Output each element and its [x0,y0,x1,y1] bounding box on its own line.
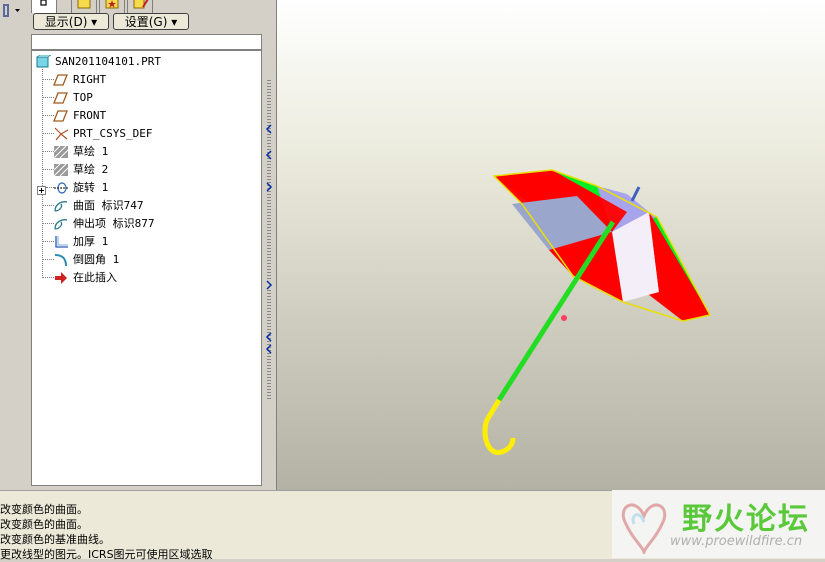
navigator-tabs [29,0,269,13]
insert-here-icon [53,271,69,285]
tree-header-strip [31,34,262,50]
expand-icon[interactable] [37,183,46,195]
umbrella-handle [482,398,516,455]
tree-connector [42,69,43,278]
watermark-url: www.proewildfire.cn [670,534,803,549]
revolve-icon [53,181,69,195]
expand-right-icon[interactable] [265,280,273,290]
settings-menu-button[interactable]: 设置(G) ▾ [113,13,189,30]
round-icon [53,253,69,267]
graphics-viewport[interactable] [276,0,825,490]
model-tree: SAN201104101.PRT RIGHT TOP FRONT PRT_CSY… [31,50,262,486]
datum-plane-icon [53,109,69,123]
part-icon [35,54,52,69]
toolbar-dropdown-icon[interactable] [0,2,26,20]
message-line: 改变颜色的曲面。 [0,503,88,516]
collapse-left-icon[interactable] [265,124,273,134]
surface-icon [53,199,69,213]
coordinate-system-icon [53,127,69,141]
canopy-panel-red [649,212,710,321]
expand-right-icon[interactable] [265,182,273,192]
collapse-left-icon[interactable] [265,150,273,160]
panel-splitter[interactable] [262,0,276,490]
message-line: 更改线型的图元。ICRS图元可使用区域选取 [0,548,213,561]
splitter-grip[interactable] [267,80,271,280]
watermark-title: 野火论坛 [682,502,810,537]
show-menu-button[interactable]: 显示(D) ▾ [33,13,109,30]
protrusion-icon [53,217,69,231]
collapse-left-icon[interactable] [265,344,273,354]
thicken-icon [53,235,69,249]
left-toolbar-strip [0,0,29,490]
message-line: 改变颜色的基准曲线。 [0,533,110,546]
collapse-left-icon[interactable] [265,332,273,342]
datum-plane-icon [53,91,69,105]
navigator-menubar: 显示(D) ▾ 设置(G) ▾ [29,12,269,34]
forum-watermark: 野火论坛 www.proewildfire.cn [612,490,825,558]
runner-marker [561,315,567,321]
umbrella-model [482,169,712,455]
umbrella-tip [630,186,641,202]
sketch-icon [53,145,69,159]
datum-plane-icon [53,73,69,87]
forum-logo-icon [621,503,667,554]
message-line: 改变颜色的曲面。 [0,518,88,531]
sketch-icon [53,163,69,177]
